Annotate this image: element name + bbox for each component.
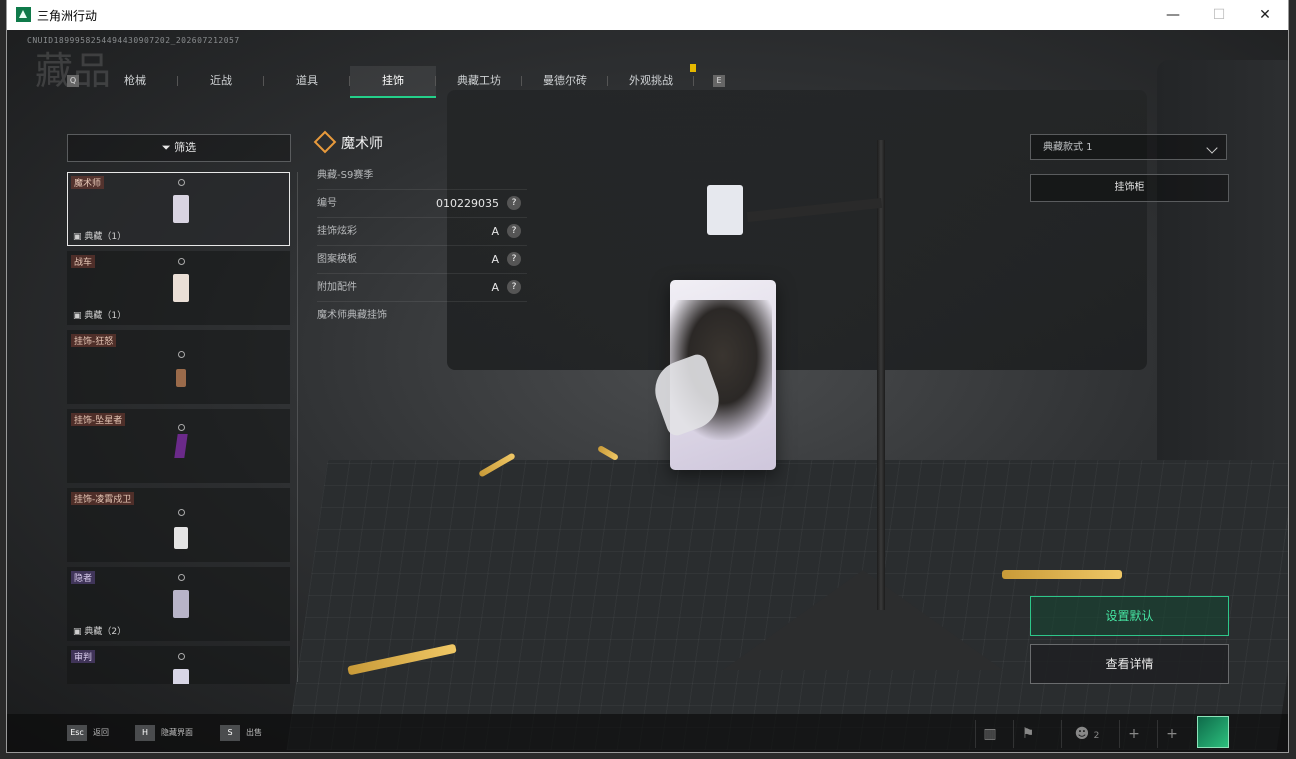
app-logo-icon [16,7,31,22]
bullet-prop [1002,570,1122,579]
item-name: 挂饰-凌霄戍卫 [71,492,135,505]
item-name: 挂饰-狂怒 [71,334,117,347]
item-name: 战车 [71,255,96,268]
display-stand-pole [877,140,885,610]
filter-icon: ⏷ [161,141,175,154]
invite-plus-icon[interactable]: + [1157,720,1186,748]
help-icon[interactable]: ? [507,252,521,266]
item-collection-count: ▣ 典藏（1） [73,232,127,242]
hint-sell[interactable]: S 出售 [220,724,262,742]
list-item[interactable]: 魔术师 ▣ 典藏（1） [67,172,290,246]
charm-thumbnail [170,653,192,684]
item-collection-count: ▣ 典藏（2） [73,627,127,637]
item-name: 审判 [71,650,96,663]
tab-appearance-challenge[interactable]: 外观挑战 [608,66,694,96]
squad-icon[interactable]: ☻ 2 [1061,720,1112,748]
tab-charms[interactable]: 挂饰 [350,66,436,98]
panel-divider [297,172,298,682]
tab-guns[interactable]: 枪械 [92,66,178,96]
serial-number: 010229035 [436,197,499,210]
detail-row: 挂饰炫彩 A ? [317,218,527,246]
list-item[interactable]: 挂饰-坠星者 [67,409,290,483]
season-row: 典藏-S9赛季 [317,162,527,190]
filter-button[interactable]: ⏷ 筛选 [67,134,291,162]
charm-thumbnail [170,574,192,632]
charm-thumbnail [170,258,192,316]
game-window: 三角洲行动 — ☐ ✕ CNUID1899958254494430907202_… [7,0,1288,752]
charm-thumbnail [170,179,192,237]
hint-hide-ui[interactable]: H 隐藏界面 [135,724,193,742]
charm-clip [707,185,743,235]
chevron-down-icon [1206,142,1218,154]
image-icon: ▣ [73,232,85,242]
invite-plus-icon[interactable]: + [1119,720,1148,748]
title-bar: 三角洲行动 — ☐ ✕ [7,0,1288,30]
item-name: 隐者 [71,571,96,584]
rarity-icon [313,130,337,154]
charm-details: 典藏-S9赛季 编号 010229035 ? 挂饰炫彩 A ? 图案模板 A ?… [317,162,527,329]
minimize-button[interactable]: — [1150,3,1196,27]
display-stand-base [723,570,1003,670]
charm-thumbnail [170,416,192,474]
charm-title: 魔术师 [313,130,383,154]
filter-label: 筛选 [174,141,197,154]
category-tabs: 枪械 近战 道具 挂饰 典藏工坊 曼德尔砖 外观挑战 [92,66,694,98]
list-item[interactable]: 战车 ▣ 典藏（1） [67,251,290,325]
list-item[interactable]: 隐者 ▣ 典藏（2） [67,567,290,641]
stats-icon[interactable]: ▥ [975,720,1004,748]
item-collection-count: ▣ 典藏（1） [73,311,127,321]
view-details-button[interactable]: 查看详情 [1030,644,1229,684]
description-row: 魔术师典藏挂饰 [317,310,387,321]
image-icon: ▣ [73,311,85,321]
hint-back[interactable]: Esc 返回 [67,724,109,742]
detail-row: 附加配件 A ? [317,274,527,302]
tab-prev-key[interactable]: Q [67,75,79,87]
style-dropdown[interactable]: 典藏款式 1 [1030,134,1227,160]
help-icon[interactable]: ? [507,280,521,294]
detail-row: 编号 010229035 ? [317,190,527,218]
flag-icon[interactable]: ⚑ [1013,720,1042,748]
tab-melee[interactable]: 近战 [178,66,264,96]
close-button[interactable]: ✕ [1242,3,1288,27]
window-title: 三角洲行动 [37,9,98,23]
tab-collection-workshop[interactable]: 典藏工坊 [436,66,522,96]
list-item[interactable]: 挂饰-凌霄戍卫 [67,488,290,562]
tab-next-key[interactable]: E [713,75,725,87]
bullet-prop [596,444,620,462]
avatar[interactable] [1197,716,1229,748]
charm-thumbnail [170,337,192,395]
image-icon: ▣ [73,627,85,637]
equipment-case [447,90,1147,370]
item-name: 挂饰-坠星者 [71,413,126,426]
help-icon[interactable]: ? [507,196,521,210]
help-icon[interactable]: ? [507,224,521,238]
charm-cabinet-button[interactable]: 挂饰柜 [1030,174,1229,202]
maximize-button[interactable]: ☐ [1196,3,1242,27]
detail-row: 图案模板 A ? [317,246,527,274]
game-viewport: CNUID1899958254494430907202_202607212057… [7,30,1288,752]
tab-props[interactable]: 道具 [264,66,350,96]
charm-thumbnail [170,495,192,553]
tab-mandel-brick[interactable]: 曼德尔砖 [522,66,608,96]
list-item[interactable]: 审判 [67,646,290,684]
charm-list: 魔术师 ▣ 典藏（1） 战车 ▣ 典藏（1） 挂饰-狂怒 挂饰-坠星者 挂饰-凌… [67,172,290,684]
notification-badge [690,64,696,72]
item-name: 魔术师 [71,176,105,189]
list-item[interactable]: 挂饰-狂怒 [67,330,290,404]
set-default-button[interactable]: 设置默认 [1030,596,1229,636]
